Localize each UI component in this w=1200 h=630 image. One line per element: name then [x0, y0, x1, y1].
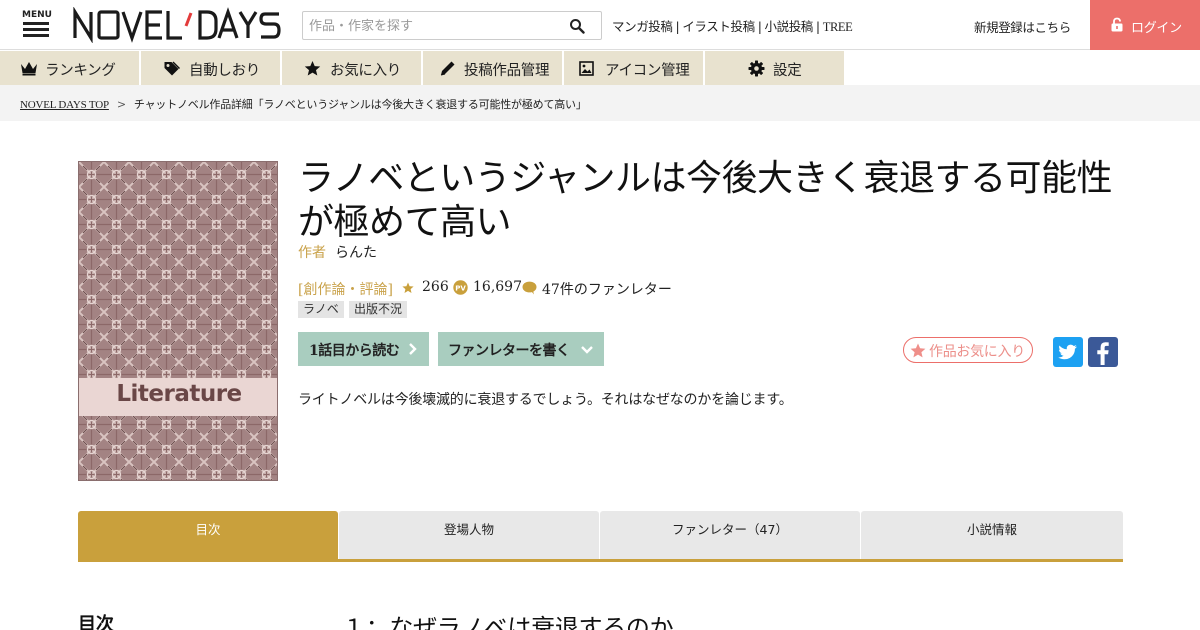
site-header: MENU 作品・作家を探す マンガ投稿 | イラスト投稿 | 小説投稿 | TR…: [0, 0, 1200, 50]
tab-fan-letters[interactable]: ファンレター（47）: [600, 511, 860, 559]
search-input[interactable]: [309, 15, 559, 37]
nav-label: アイコン管理: [605, 63, 690, 79]
hamburger-icon-bar: [23, 34, 49, 37]
login-label: ログイン: [1131, 21, 1182, 36]
nav-item-manage-icons[interactable]: アイコン管理: [564, 51, 704, 85]
link-separator: |: [675, 19, 680, 34]
nav-item-settings[interactable]: 設定: [705, 51, 845, 85]
gear-icon: [748, 60, 765, 77]
cover-image: Literature: [78, 161, 278, 481]
breadcrumb-home-link[interactable]: NOVEL DAYS TOP: [20, 99, 109, 111]
star-count: 266: [422, 279, 449, 295]
menu-label: MENU: [22, 10, 52, 20]
facebook-share-button[interactable]: [1088, 337, 1118, 367]
star-icon: [910, 343, 926, 358]
logo-icon: [73, 6, 281, 44]
nav-item-ranking[interactable]: ランキング: [0, 51, 140, 85]
chevron-down-icon: [581, 346, 593, 354]
read-from-first-button[interactable]: 1話目から読む: [298, 332, 429, 366]
nav-label: ランキング: [45, 63, 116, 79]
hamburger-icon: [23, 22, 49, 25]
tag-chip[interactable]: 出版不況: [349, 301, 408, 318]
favorite-label: 作品お気に入り: [929, 344, 1025, 360]
twitter-share-button[interactable]: [1053, 337, 1083, 367]
twitter-icon: [1058, 344, 1077, 360]
work-description: ライトノベルは今後壊滅的に衰退するでしょう。それはなぜなのかを論じます。: [298, 392, 793, 408]
fan-letter-count[interactable]: 47件のファンレター: [542, 279, 672, 299]
tab-contents[interactable]: 目次: [78, 511, 338, 559]
breadcrumb-bar: NOVEL DAYS TOP > チャットノベル作品詳細「ラノベというジャンルは今後…: [0, 85, 1200, 121]
pen-icon: [440, 61, 455, 76]
nav-label: お気に入り: [330, 63, 401, 79]
star-icon: [304, 61, 321, 76]
facebook-icon: [1097, 342, 1109, 365]
content-tabs: 目次 登場人物 ファンレター（47） 小説情報: [78, 511, 1123, 562]
nav-item-manage-works[interactable]: 投稿作品管理: [423, 51, 563, 85]
author-label: 作者: [298, 245, 326, 261]
pv-badge-label: PV: [455, 284, 466, 292]
nav-label: 設定: [773, 63, 802, 79]
manga-post-link[interactable]: マンガ投稿: [612, 19, 673, 34]
favorite-work-button[interactable]: 作品お気に入り: [903, 337, 1033, 363]
site-logo[interactable]: [72, 6, 284, 44]
pv-icon: PV: [453, 280, 468, 295]
post-links: マンガ投稿 | イラスト投稿 | 小説投稿 | TREE: [612, 16, 853, 35]
breadcrumb-current: チャットノベル作品詳細「ラノベというジャンルは今後大きく衰退する可能性が極めて高…: [133, 98, 587, 111]
nav-item-favorites[interactable]: お気に入り: [282, 51, 422, 85]
breadcrumb: NOVEL DAYS TOP > チャットノベル作品詳細「ラノベというジャンルは今後…: [20, 96, 587, 112]
write-fan-letter-button[interactable]: ファンレターを書く: [438, 332, 604, 366]
link-separator: |: [757, 19, 762, 34]
cover-pattern: [79, 162, 277, 480]
chapter-link[interactable]: １：なぜラノベは衰退するのか: [342, 608, 674, 630]
work-title: ラノベというジャンルは今後大きく衰退する可能性が極めて高い: [298, 158, 1112, 243]
main-nav: ランキング 自動しおり お気に入り 投稿作品管理 アイコン管理 設定: [0, 51, 1200, 85]
bookmark-tag-icon: [164, 61, 180, 76]
search-icon[interactable]: [569, 18, 585, 34]
genre-link[interactable]: [創作論・評論]: [298, 279, 393, 299]
pv-count: 16,697: [473, 279, 522, 295]
link-separator: |: [815, 19, 820, 34]
crown-icon: [21, 62, 37, 76]
breadcrumb-separator: >: [116, 98, 126, 111]
tab-novel-info[interactable]: 小説情報: [861, 511, 1123, 559]
lock-icon: [1111, 17, 1123, 32]
tab-characters[interactable]: 登場人物: [339, 511, 599, 559]
image-icon: [579, 61, 594, 76]
chevron-right-icon: [409, 343, 417, 355]
register-link[interactable]: 新規登録はこちら: [974, 17, 1071, 36]
toc-heading: 目次: [78, 614, 114, 630]
cover-label: Literature: [116, 381, 242, 407]
novel-post-link[interactable]: 小説投稿: [765, 19, 814, 34]
search-box: [302, 11, 602, 40]
read-button-label: 1話目から読む: [309, 343, 400, 359]
illust-post-link[interactable]: イラスト投稿: [682, 19, 755, 34]
star-icon: [402, 282, 414, 293]
tree-link[interactable]: TREE: [823, 20, 853, 34]
login-button[interactable]: ログイン: [1090, 0, 1200, 50]
nav-label: 自動しおり: [189, 63, 260, 79]
author-name[interactable]: らんた: [335, 242, 377, 262]
fan-letter-button-label: ファンレターを書く: [448, 343, 570, 359]
speech-bubble-icon: [522, 281, 537, 295]
tag-chip[interactable]: ラノベ: [298, 301, 344, 318]
nav-item-auto-bookmark[interactable]: 自動しおり: [141, 51, 281, 85]
menu-button[interactable]: MENU: [22, 10, 52, 40]
hamburger-icon-bar: [23, 28, 49, 31]
nav-label: 投稿作品管理: [464, 63, 550, 79]
